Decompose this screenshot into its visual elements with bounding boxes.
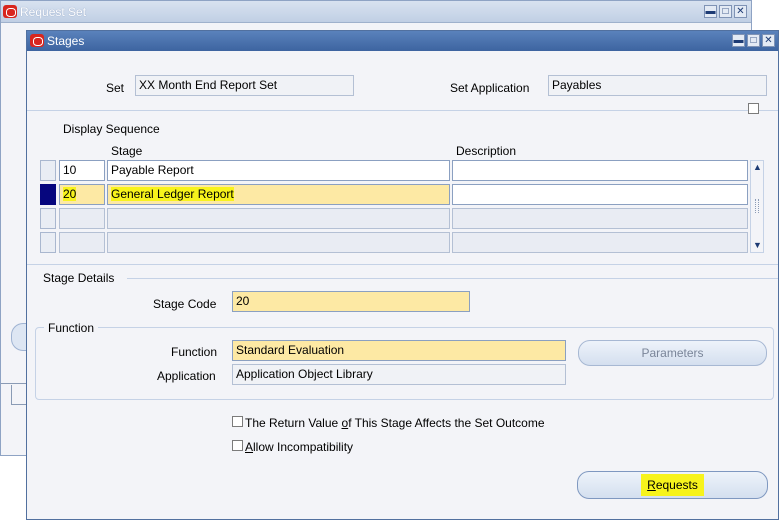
set-label: Set bbox=[106, 81, 125, 95]
request-set-titlebar: Request Set ▬ □ ✕ bbox=[1, 1, 751, 23]
application-label: Application bbox=[157, 369, 216, 383]
row-selector[interactable] bbox=[40, 160, 56, 181]
window-title: Stages bbox=[47, 34, 85, 48]
stage-code-label: Stage Code bbox=[153, 297, 217, 311]
return-value-text-end: f This Stage Affects the Set Outcome bbox=[348, 416, 545, 430]
application-field[interactable]: Application Object Library bbox=[232, 364, 566, 385]
return-value-checkbox[interactable] bbox=[232, 416, 243, 427]
description-cell[interactable] bbox=[452, 160, 748, 181]
stages-window: Stages ▬ □ ✕ Set XX Month End Report Set… bbox=[26, 30, 779, 520]
set-application-field[interactable]: Payables bbox=[548, 75, 767, 96]
allow-mnemonic: A bbox=[245, 440, 254, 454]
requests-button-label: Requests bbox=[641, 474, 704, 496]
row-selector[interactable] bbox=[40, 232, 56, 253]
scroll-down-icon[interactable]: ▼ bbox=[753, 240, 762, 250]
folder-checkbox[interactable] bbox=[748, 103, 759, 114]
allow-incompatibility-label: Allow Incompatibility bbox=[245, 440, 353, 454]
display-sequence-cell[interactable]: 20 bbox=[59, 184, 105, 205]
function-field[interactable]: Standard Evaluation bbox=[232, 340, 566, 361]
background-divider bbox=[1, 383, 29, 384]
stage-details-rule bbox=[127, 278, 778, 279]
minimize-icon[interactable]: ▬ bbox=[704, 5, 717, 18]
highlighted-text: 20 bbox=[63, 187, 77, 201]
maximize-icon[interactable]: □ bbox=[719, 5, 732, 18]
minimize-icon[interactable]: ▬ bbox=[732, 34, 745, 47]
parameters-button[interactable]: Parameters bbox=[578, 340, 767, 366]
stage-cell[interactable] bbox=[107, 208, 450, 229]
return-value-text: The Return Value bbox=[245, 416, 342, 430]
stage-cell[interactable] bbox=[107, 232, 450, 253]
row-selector[interactable] bbox=[40, 208, 56, 229]
scroll-up-icon[interactable]: ▲ bbox=[753, 162, 762, 172]
display-sequence-cell[interactable]: 10 bbox=[59, 160, 105, 181]
allow-incompatibility-checkbox[interactable] bbox=[232, 440, 243, 451]
highlighted-text: General Ledger Report bbox=[111, 187, 234, 201]
stage-cell[interactable]: Payable Report bbox=[107, 160, 450, 181]
display-sequence-header: Display Sequence bbox=[63, 122, 160, 136]
function-label: Function bbox=[171, 345, 218, 359]
return-value-label: The Return Value of This Stage Affects t… bbox=[245, 416, 545, 430]
set-field[interactable]: XX Month End Report Set bbox=[135, 75, 354, 96]
table-separator bbox=[27, 264, 778, 265]
row-selector-active[interactable] bbox=[40, 184, 56, 205]
description-cell[interactable] bbox=[452, 208, 748, 229]
close-icon[interactable]: ✕ bbox=[734, 5, 747, 18]
stage-code-field[interactable]: 20 bbox=[232, 291, 470, 312]
description-cell[interactable] bbox=[452, 184, 748, 205]
requests-mnemonic: R bbox=[647, 478, 656, 492]
scroll-thumb-grip-icon[interactable] bbox=[755, 199, 759, 213]
stage-cell[interactable]: General Ledger Report bbox=[107, 184, 450, 205]
oracle-logo-icon bbox=[3, 5, 17, 18]
requests-button[interactable]: Requests bbox=[577, 471, 768, 499]
function-group-heading: Function bbox=[44, 321, 99, 335]
description-column-header: Description bbox=[456, 144, 517, 158]
allow-text: llow Incompatibility bbox=[253, 440, 354, 454]
set-application-label: Set Application bbox=[450, 81, 530, 95]
description-cell[interactable] bbox=[452, 232, 748, 253]
stages-titlebar: Stages ▬ □ ✕ bbox=[27, 31, 778, 51]
request-set-title: Request Set bbox=[20, 5, 87, 19]
oracle-logo-icon bbox=[30, 34, 44, 47]
requests-text: equests bbox=[655, 478, 698, 492]
maximize-icon[interactable]: □ bbox=[747, 34, 760, 47]
display-sequence-cell[interactable] bbox=[59, 232, 105, 253]
stage-details-heading: Stage Details bbox=[43, 271, 115, 285]
close-icon[interactable]: ✕ bbox=[762, 34, 775, 47]
table-scrollbar[interactable]: ▲ ▼ bbox=[750, 160, 764, 253]
stage-column-header: Stage bbox=[111, 144, 143, 158]
header-separator bbox=[27, 110, 778, 111]
display-sequence-cell[interactable] bbox=[59, 208, 105, 229]
